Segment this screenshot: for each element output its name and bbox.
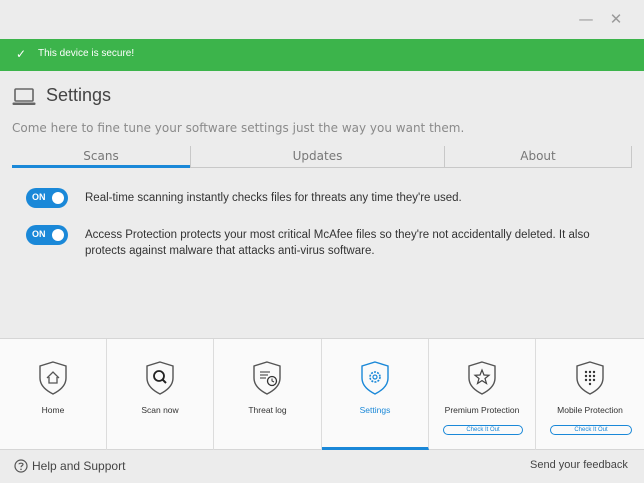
tile-label: Mobile Protection <box>557 405 623 415</box>
check-it-out-button[interactable]: Check It Out <box>550 425 632 435</box>
help-text: Help and Support <box>32 459 126 473</box>
access-protection-toggle[interactable]: ON <box>26 225 68 245</box>
tile-label: Premium Protection <box>444 405 520 415</box>
setting-description: Access Protection protects your most cri… <box>85 229 590 257</box>
page-title: Settings <box>46 85 112 105</box>
tile-label: Home <box>41 405 65 415</box>
tile-settings[interactable]: Settings <box>322 339 429 450</box>
close-button[interactable]: ✕ <box>606 10 626 28</box>
tile-label: Scan now <box>141 405 179 415</box>
tab-about[interactable]: About <box>444 146 632 168</box>
tile-label: Settings <box>359 405 391 415</box>
nav-tiles: Home Scan now Threat log Settings Premiu… <box>0 338 644 450</box>
gear-icon <box>361 361 389 395</box>
question-circle-icon <box>14 459 28 473</box>
toggle-label: ON <box>32 229 46 239</box>
settings-tabs: Scans Updates About <box>12 146 632 168</box>
log-clock-icon <box>253 361 281 395</box>
realtime-scanning-toggle[interactable]: ON <box>26 188 68 208</box>
check-icon: ✓ <box>16 47 27 61</box>
home-icon <box>39 361 67 395</box>
status-banner: ✓ This device is secure! <box>0 39 644 71</box>
title-bar: — ✕ <box>0 0 644 39</box>
tile-home[interactable]: Home <box>0 339 107 450</box>
setting-description: Real-time scanning instantly checks file… <box>85 192 462 204</box>
laptop-icon <box>12 88 36 105</box>
keypad-icon <box>576 361 604 395</box>
tile-threat-log[interactable]: Threat log <box>214 339 322 450</box>
tile-scan-now[interactable]: Scan now <box>107 339 214 450</box>
tab-updates[interactable]: Updates <box>190 146 444 168</box>
toggle-label: ON <box>32 192 46 202</box>
send-feedback-link[interactable]: Send your feedback <box>530 459 628 471</box>
tile-premium-protection[interactable]: Premium Protection Check It Out <box>429 339 536 450</box>
page-subtitle: Come here to fine tune your software set… <box>12 121 465 135</box>
status-text: This device is secure! <box>38 48 135 59</box>
magnifier-icon <box>146 361 174 395</box>
minimize-button[interactable]: — <box>576 10 596 28</box>
toggle-knob <box>52 229 64 241</box>
tile-label: Threat log <box>248 405 287 415</box>
star-icon <box>468 361 496 395</box>
toggle-knob <box>52 192 64 204</box>
check-it-out-button[interactable]: Check It Out <box>443 425 523 435</box>
tab-scans[interactable]: Scans <box>12 146 190 168</box>
tile-mobile-protection[interactable]: Mobile Protection Check It Out <box>536 339 644 450</box>
